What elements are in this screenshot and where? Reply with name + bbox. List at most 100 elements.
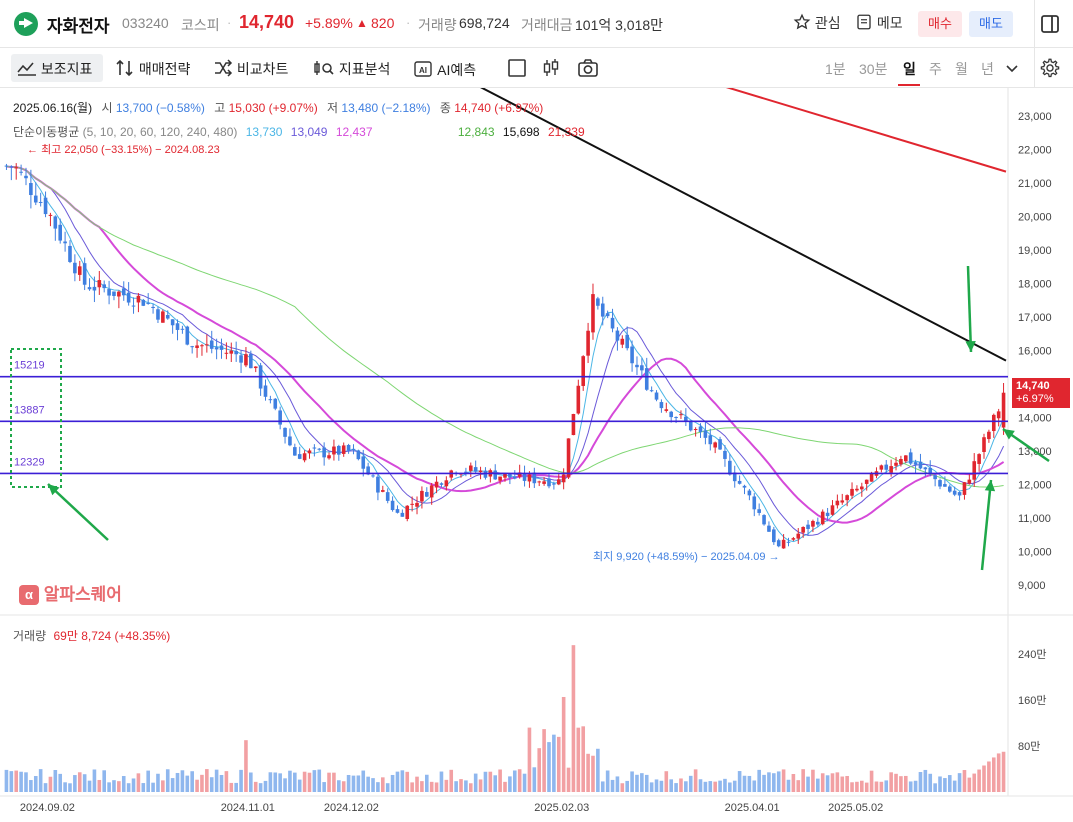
candle-body — [385, 492, 390, 501]
ma60-line — [6, 166, 1004, 488]
memo-icon — [857, 14, 871, 30]
candle-body — [322, 447, 326, 458]
candle-body — [723, 450, 727, 459]
candle-body — [522, 473, 527, 481]
volume-bar — [180, 770, 185, 792]
price-chart[interactable]: 15219 13887 12329 23,000 22,000 21,000 20,000… — [0, 88, 1073, 822]
price-tag-value: 14,740 — [1016, 380, 1050, 392]
volume-bar — [224, 771, 229, 792]
candle-body — [962, 482, 967, 495]
separator-dot: · — [406, 15, 411, 30]
period-week[interactable]: 주 — [929, 59, 942, 79]
volume-bar — [781, 769, 786, 792]
candle-body — [146, 302, 150, 304]
candle-body — [977, 454, 981, 464]
shuffle-icon — [215, 59, 233, 77]
settings-button[interactable] — [1039, 57, 1061, 84]
period-year[interactable]: 년 — [981, 59, 994, 79]
volume-bar — [239, 769, 243, 792]
candle-body — [312, 447, 317, 449]
analysis-button[interactable]: 지표분석 — [313, 59, 390, 79]
star-icon — [793, 13, 811, 30]
indicators-label: 보조지표 — [40, 61, 93, 77]
watch-button[interactable]: 관심 — [793, 13, 841, 33]
candle-body — [688, 421, 693, 431]
volume-bar — [630, 771, 634, 792]
period-1min[interactable]: 1분 — [825, 59, 846, 79]
candle-body — [468, 465, 473, 471]
divider — [1034, 48, 1035, 88]
ai-forecast-button[interactable]: AI AI예측 — [412, 59, 476, 80]
candle-body — [165, 314, 170, 319]
volume-bar — [825, 775, 830, 792]
candle-body — [610, 317, 615, 329]
volume-bar — [850, 782, 854, 792]
compare-button[interactable]: 비교차트 — [213, 59, 288, 79]
stock-code: 033240 — [122, 15, 169, 31]
volume-bar — [214, 769, 219, 792]
candle-body — [283, 427, 287, 437]
candle-body — [224, 352, 229, 354]
indicators-button[interactable]: 보조지표 — [17, 59, 92, 79]
candle-body — [48, 214, 53, 216]
volume-bar — [537, 748, 542, 792]
buy-button[interactable]: 매수 — [918, 11, 962, 37]
volume-bar — [302, 771, 307, 792]
layout-toggle-button[interactable] — [1040, 14, 1060, 39]
candle-body — [38, 201, 43, 203]
candle-body — [190, 346, 194, 348]
candle-body — [835, 500, 840, 506]
candle-body — [552, 483, 556, 485]
volume-bar — [395, 771, 400, 792]
candle-body — [542, 481, 546, 484]
volume-bar — [556, 736, 561, 792]
candle-body — [200, 345, 204, 347]
volume-bar — [68, 783, 72, 792]
volume-bar — [38, 769, 43, 792]
period-30min[interactable]: 30분 — [859, 59, 887, 79]
candle-body — [376, 476, 380, 493]
volume-bar — [429, 781, 434, 792]
sell-button[interactable]: 매도 — [969, 11, 1013, 37]
drawing-rect-button[interactable] — [507, 58, 527, 83]
candle-body — [156, 309, 160, 320]
candle-body — [415, 502, 419, 507]
volume-bar — [923, 769, 928, 792]
candle-body — [596, 298, 600, 306]
volume-bar — [640, 773, 644, 792]
volume-bar — [889, 772, 893, 792]
candle-body — [576, 385, 581, 414]
candle-type-button[interactable] — [541, 58, 561, 83]
volume-bar — [439, 771, 444, 792]
chevron-down-icon — [1006, 65, 1018, 73]
high-value: 15,030 (+9.07%) — [228, 101, 318, 115]
volume-bar — [688, 775, 693, 792]
strategy-button[interactable]: 매매전략 — [115, 59, 190, 79]
memo-button[interactable]: 메모 — [855, 13, 903, 33]
y-tick-label: 17,000 — [1018, 312, 1052, 324]
volume-bar — [1001, 751, 1006, 792]
volume-bar — [811, 769, 815, 792]
volume-bar — [121, 776, 126, 792]
volume-bar — [351, 775, 356, 792]
volume-bar — [884, 780, 889, 792]
volume-bar — [820, 773, 825, 792]
volume-bar — [29, 780, 33, 792]
screenshot-button[interactable] — [577, 58, 599, 83]
volume-bar — [14, 770, 19, 792]
period-day[interactable]: 일 — [903, 59, 916, 79]
candle-body — [390, 500, 395, 511]
volume-bar — [835, 772, 840, 792]
period-month[interactable]: 월 — [955, 59, 968, 79]
candle-body — [762, 515, 766, 525]
candle-body — [112, 291, 116, 296]
svg-text:AI: AI — [419, 66, 427, 75]
period-dropdown-button[interactable] — [1005, 62, 1019, 80]
gear-icon — [1040, 58, 1060, 78]
volume-bar — [586, 753, 590, 792]
volume-bar — [165, 769, 170, 792]
updown-arrows-icon — [116, 59, 133, 77]
candle-body — [899, 459, 903, 465]
volume-bar — [625, 780, 629, 792]
candle-body — [141, 299, 146, 306]
